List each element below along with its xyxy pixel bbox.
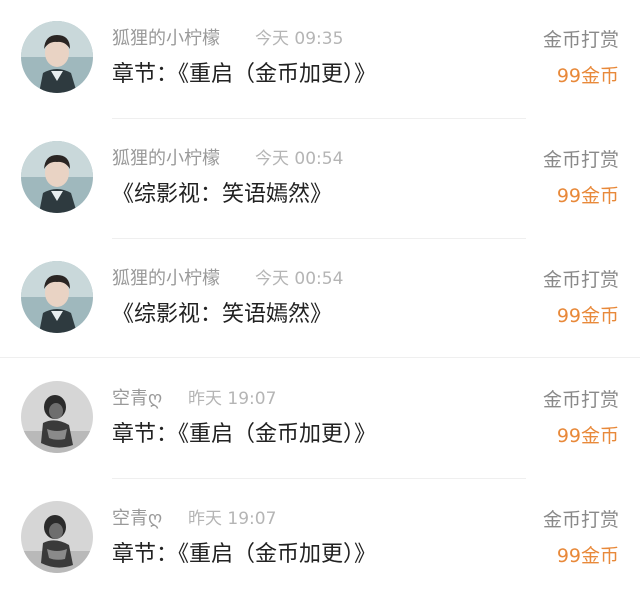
timestamp: 今天 00:54 — [255, 149, 344, 169]
reward-type: 金币打赏 — [542, 389, 619, 411]
list-item[interactable]: 狐狸的小柠檬 今天 00:54 《综影视：笑语嫣然》 金币打赏 99金币 — [0, 240, 640, 360]
list-item[interactable]: 狐狸的小柠檬 今天 09:35 章节：《重启（金币加更）》 金币打赏 99金币 — [0, 0, 640, 120]
reward-type: 金币打赏 — [542, 29, 619, 51]
list-item[interactable]: 空青ღ 昨天 19:07 章节：《重启（金币加更）》 金币打赏 99金币 — [0, 360, 640, 480]
reward-type: 金币打赏 — [542, 149, 619, 171]
username[interactable]: 狐狸的小柠檬 — [112, 28, 220, 50]
username[interactable]: 空青ღ — [112, 388, 162, 410]
reward-list: 狐狸的小柠檬 今天 09:35 章节：《重启（金币加更）》 金币打赏 99金币 … — [0, 0, 640, 592]
reward-target[interactable]: 章节：《重启（金币加更）》 — [112, 61, 376, 89]
reward-target[interactable]: 《综影视：笑语嫣然》 — [112, 181, 332, 209]
avatar[interactable] — [21, 501, 93, 573]
reward-target[interactable]: 《综影视：笑语嫣然》 — [112, 301, 332, 329]
timestamp: 昨天 19:07 — [188, 389, 277, 409]
reward-amount: 99金币 — [556, 185, 619, 207]
avatar[interactable] — [21, 21, 93, 93]
reward-amount: 99金币 — [556, 305, 619, 327]
divider — [112, 118, 526, 119]
divider — [0, 357, 640, 358]
timestamp: 今天 00:54 — [255, 269, 344, 289]
divider — [112, 478, 526, 479]
username[interactable]: 狐狸的小柠檬 — [112, 268, 220, 290]
reward-amount: 99金币 — [556, 545, 619, 567]
reward-amount: 99金币 — [556, 425, 619, 447]
reward-type: 金币打赏 — [542, 269, 619, 291]
divider — [112, 238, 526, 239]
timestamp: 今天 09:35 — [255, 29, 344, 49]
list-item[interactable]: 狐狸的小柠檬 今天 00:54 《综影视：笑语嫣然》 金币打赏 99金币 — [0, 120, 640, 240]
timestamp: 昨天 19:07 — [188, 509, 277, 529]
list-item[interactable]: 空青ღ 昨天 19:07 章节：《重启（金币加更）》 金币打赏 99金币 — [0, 480, 640, 600]
reward-target[interactable]: 章节：《重启（金币加更）》 — [112, 541, 376, 569]
reward-amount: 99金币 — [556, 65, 619, 87]
avatar[interactable] — [21, 261, 93, 333]
avatar[interactable] — [21, 381, 93, 453]
reward-type: 金币打赏 — [542, 509, 619, 531]
reward-target[interactable]: 章节：《重启（金币加更）》 — [112, 421, 376, 449]
username[interactable]: 空青ღ — [112, 508, 162, 530]
username[interactable]: 狐狸的小柠檬 — [112, 148, 220, 170]
avatar[interactable] — [21, 141, 93, 213]
